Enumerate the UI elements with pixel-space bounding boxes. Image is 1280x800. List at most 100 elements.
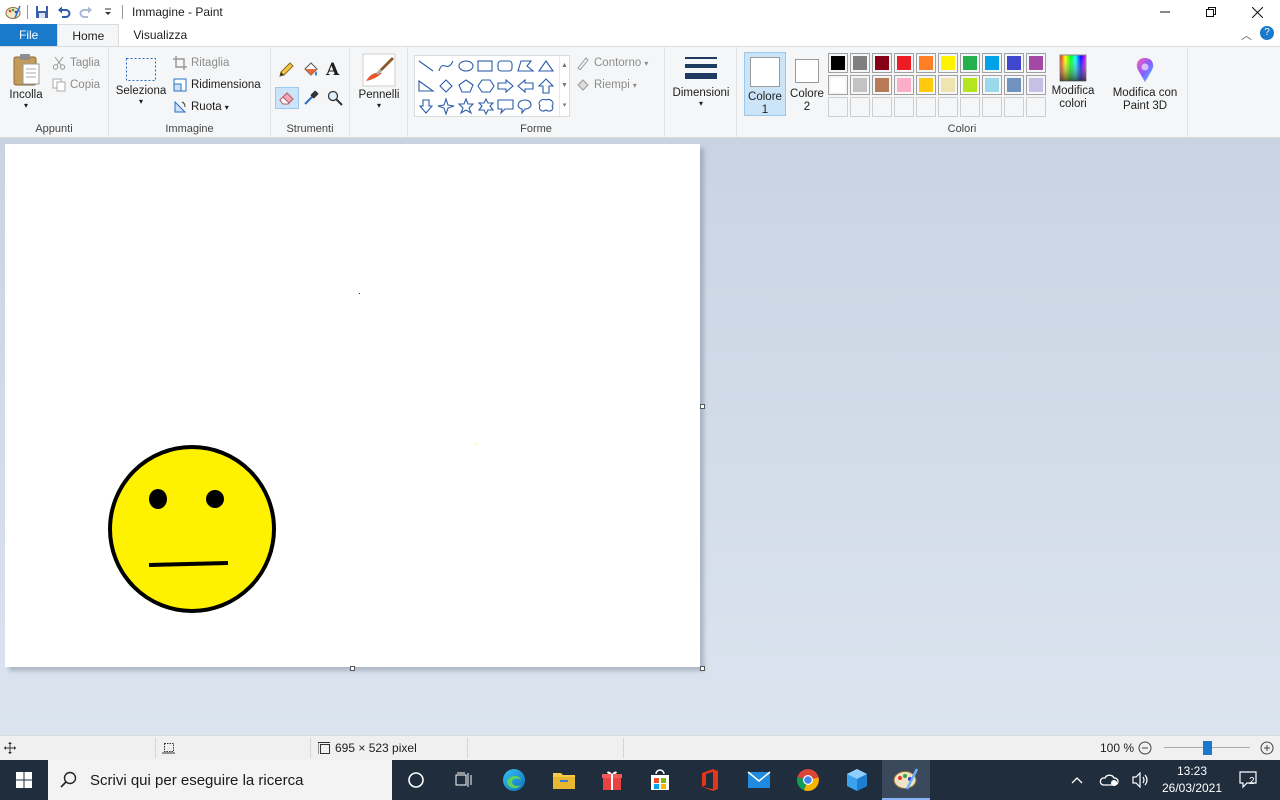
palette-color-swatch[interactable] [828, 53, 848, 73]
office-icon[interactable] [686, 760, 734, 800]
tab-home[interactable]: Home [57, 24, 120, 46]
clock[interactable]: 13:23 26/03/2021 [1157, 763, 1227, 797]
gift-icon[interactable] [588, 760, 636, 800]
resize-button[interactable]: Ridimensiona [173, 75, 261, 95]
drawing-canvas[interactable] [5, 144, 700, 667]
store-icon[interactable] [636, 760, 684, 800]
palette-color-swatch[interactable] [872, 75, 892, 95]
tab-view[interactable]: Visualizza [119, 24, 201, 46]
rotate-icon [173, 100, 187, 114]
minimize-button[interactable] [1142, 0, 1188, 24]
color2-button[interactable]: Colore 2 [786, 52, 828, 116]
undo-icon[interactable] [53, 1, 75, 23]
paint-taskbar-icon[interactable] [882, 760, 930, 800]
edit-paint3d-button[interactable]: Modifica con Paint 3D [1104, 55, 1186, 113]
palette-empty-swatch[interactable] [916, 97, 936, 117]
zoom-slider-thumb[interactable] [1203, 741, 1212, 755]
customize-toolbar-icon[interactable] [97, 1, 119, 23]
palette-color-swatch[interactable] [850, 53, 870, 73]
palette-color-swatch[interactable] [850, 75, 870, 95]
palette-empty-swatch[interactable] [828, 97, 848, 117]
redo-icon[interactable] [75, 1, 97, 23]
palette-color-swatch[interactable] [960, 53, 980, 73]
edit-paint3d-label: Modifica con Paint 3D [1112, 87, 1178, 112]
start-button[interactable] [0, 760, 48, 800]
paste-button[interactable]: Incolla ▾ [4, 53, 48, 110]
restore-button[interactable] [1188, 0, 1234, 24]
paint-app-icon[interactable] [2, 1, 24, 23]
outline-icon [576, 56, 590, 70]
palette-color-swatch[interactable] [982, 53, 1002, 73]
collapse-ribbon-icon[interactable]: ︿ [1241, 27, 1252, 43]
palette-empty-swatch[interactable] [1004, 97, 1024, 117]
fill-bucket-icon[interactable] [301, 61, 319, 82]
palette-color-swatch[interactable] [982, 75, 1002, 95]
fill-button[interactable]: Riempi ▾ [576, 75, 637, 95]
outline-button[interactable]: Contorno ▾ [576, 53, 648, 73]
palette-color-swatch[interactable] [938, 75, 958, 95]
3d-box-icon[interactable] [833, 760, 881, 800]
text-tool-icon[interactable]: A [326, 60, 339, 80]
palette-color-swatch[interactable] [916, 53, 936, 73]
palette-color-swatch[interactable] [916, 75, 936, 95]
notification-count: 2 [1249, 776, 1255, 787]
crop-button[interactable]: Ritaglia [173, 53, 229, 73]
file-explorer-icon[interactable] [540, 760, 588, 800]
group-tools: A Strumenti [271, 47, 350, 137]
palette-empty-swatch[interactable] [960, 97, 980, 117]
shapes-gallery[interactable]: ▲ ▼ ▾ [414, 55, 570, 117]
tab-file[interactable]: File [0, 24, 58, 46]
cut-button[interactable]: Taglia [52, 53, 100, 73]
resize-handle-corner[interactable] [700, 666, 705, 671]
onedrive-icon[interactable] [1096, 760, 1122, 800]
palette-empty-swatch[interactable] [872, 97, 892, 117]
show-hidden-icons[interactable] [1066, 760, 1088, 800]
palette-color-swatch[interactable] [894, 53, 914, 73]
close-button[interactable] [1234, 0, 1280, 24]
save-icon[interactable] [31, 1, 53, 23]
copy-button[interactable]: Copia [52, 75, 100, 95]
palette-empty-swatch[interactable] [982, 97, 1002, 117]
palette-empty-swatch[interactable] [894, 97, 914, 117]
palette-empty-swatch[interactable] [938, 97, 958, 117]
mail-icon[interactable] [735, 760, 783, 800]
palette-color-swatch[interactable] [938, 53, 958, 73]
task-view-icon[interactable] [440, 760, 488, 800]
edge-icon[interactable] [490, 760, 538, 800]
edit-colors-button[interactable]: Modifica colori [1045, 53, 1101, 111]
shapes-scroll[interactable]: ▲ ▼ ▾ [559, 56, 569, 116]
color1-button[interactable]: Colore 1 [744, 52, 786, 116]
palette-color-swatch[interactable] [1026, 53, 1046, 73]
notification-center-icon[interactable]: 2 [1234, 760, 1264, 800]
resize-handle-bottom[interactable] [350, 666, 355, 671]
size-button[interactable]: Dimensioni ▾ [669, 55, 733, 108]
rotate-button[interactable]: Ruota ▾ [173, 97, 229, 117]
cortana-icon[interactable] [392, 760, 440, 800]
palette-empty-swatch[interactable] [1026, 97, 1046, 117]
zoom-slider[interactable] [1164, 736, 1250, 760]
volume-icon[interactable] [1128, 760, 1154, 800]
palette-empty-swatch[interactable] [850, 97, 870, 117]
palette-color-swatch[interactable] [872, 53, 892, 73]
zoom-out-button[interactable] [1138, 736, 1152, 760]
magnifier-icon[interactable] [327, 90, 343, 109]
palette-color-swatch[interactable] [1004, 75, 1024, 95]
select-button[interactable]: Seleziona ▾ [115, 57, 167, 106]
palette-color-swatch[interactable] [894, 75, 914, 95]
resize-handle-right[interactable] [700, 404, 705, 409]
palette-color-swatch[interactable] [828, 75, 848, 95]
palette-color-swatch[interactable] [1026, 75, 1046, 95]
palette-color-swatch[interactable] [960, 75, 980, 95]
brushes-button[interactable]: Pennelli ▾ [354, 53, 404, 110]
size-label: Dimensioni [672, 87, 730, 99]
zoom-in-button[interactable] [1260, 736, 1274, 760]
taskbar-search[interactable]: Scrivi qui per eseguire la ricerca [48, 760, 392, 800]
help-icon[interactable]: ? [1260, 26, 1274, 40]
color-picker-icon[interactable] [303, 90, 319, 109]
chrome-icon[interactable] [784, 760, 832, 800]
eraser-icon[interactable] [275, 87, 299, 109]
palette-color-swatch[interactable] [1004, 53, 1024, 73]
group-image: Seleziona ▾ Ritaglia Ridimensiona Ruota … [109, 47, 271, 137]
pencil-icon[interactable] [277, 61, 295, 82]
select-label: Seleziona [115, 85, 167, 97]
